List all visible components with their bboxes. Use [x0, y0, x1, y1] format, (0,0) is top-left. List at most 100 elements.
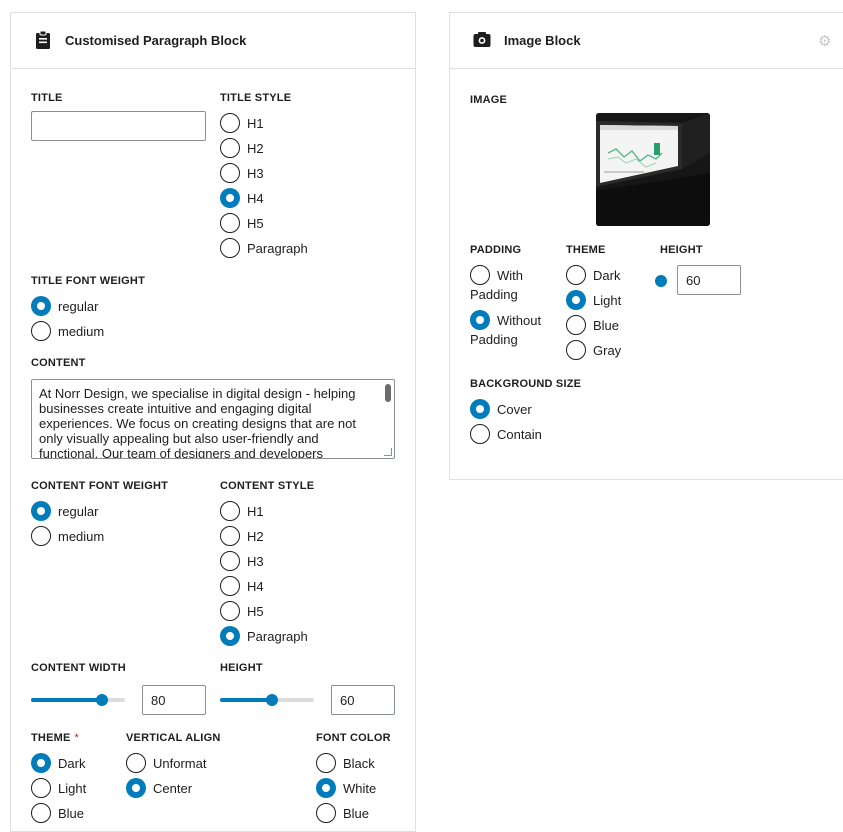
padding-label: PADDING	[470, 244, 522, 256]
radio-label: Unformat	[153, 755, 207, 771]
radio-label: H1	[247, 115, 264, 131]
radio-button[interactable]	[220, 526, 240, 546]
content-width-slider[interactable]	[31, 694, 125, 706]
font-color-option[interactable]: White	[316, 778, 376, 798]
content-textarea[interactable]: At Norr Design, we specialise in digital…	[31, 379, 395, 459]
radio-button[interactable]	[220, 626, 240, 646]
radio-sublabel: Padding	[470, 287, 518, 302]
radio-button[interactable]	[470, 399, 490, 419]
radio-button[interactable]	[566, 315, 586, 335]
padding-option[interactable]: Without	[470, 310, 541, 330]
radio-button[interactable]	[31, 753, 51, 773]
image-theme-label: THEME	[566, 244, 606, 256]
image-label: IMAGE	[470, 94, 508, 106]
title-style-option[interactable]: H3	[220, 163, 264, 183]
image-theme-option[interactable]: Dark	[566, 265, 620, 285]
title-style-option[interactable]: H5	[220, 213, 264, 233]
content-style-option[interactable]: Paragraph	[220, 626, 308, 646]
vertical-align-option[interactable]: Center	[126, 778, 192, 798]
content-style-option[interactable]: H3	[220, 551, 264, 571]
theme-option[interactable]: Light	[31, 778, 86, 798]
radio-label: Gray	[593, 342, 622, 358]
vertical-align-option[interactable]: Unformat	[126, 753, 206, 773]
radio-button[interactable]	[126, 778, 146, 798]
content-style-option[interactable]: H4	[220, 576, 264, 596]
radio-label: Paragraph	[247, 240, 308, 256]
radio-label: White	[343, 780, 377, 796]
radio-button[interactable]	[31, 321, 51, 341]
radio-button[interactable]	[470, 265, 490, 285]
radio-label: H5	[247, 215, 264, 231]
textarea-resize-handle[interactable]	[384, 448, 392, 456]
content-style-option[interactable]: H2	[220, 526, 264, 546]
radio-button[interactable]	[31, 501, 51, 521]
radio-button[interactable]	[126, 753, 146, 773]
content-style-label: CONTENT STYLE	[220, 480, 315, 492]
gear-icon[interactable]: ⚙	[818, 32, 831, 50]
radio-label: medium	[58, 323, 105, 339]
title-font-weight-option[interactable]: regular	[31, 296, 98, 316]
radio-button[interactable]	[220, 138, 240, 158]
radio-button[interactable]	[31, 778, 51, 798]
radio-button[interactable]	[566, 290, 586, 310]
radio-sublabel: Padding	[470, 332, 518, 347]
radio-button[interactable]	[566, 265, 586, 285]
font-color-option[interactable]: Blue	[316, 803, 369, 823]
title-input[interactable]	[31, 111, 206, 141]
height-slider[interactable]	[220, 694, 314, 706]
radio-button[interactable]	[470, 424, 490, 444]
radio-button[interactable]	[220, 601, 240, 621]
background-size-option[interactable]: Contain	[470, 424, 542, 444]
image-theme-option[interactable]: Light	[566, 290, 621, 310]
radio-button[interactable]	[566, 340, 586, 360]
radio-button[interactable]	[220, 188, 240, 208]
background-size-option[interactable]: Cover	[470, 399, 532, 419]
radio-button[interactable]	[31, 296, 51, 316]
theme-option[interactable]: Blue	[31, 803, 84, 823]
radio-button[interactable]	[316, 753, 336, 773]
title-font-weight-label: TITLE FONT WEIGHT	[31, 275, 145, 287]
title-style-option[interactable]: Paragraph	[220, 238, 308, 258]
radio-button[interactable]	[31, 803, 51, 823]
height-slider-thumb[interactable]	[266, 694, 278, 706]
title-style-option[interactable]: H1	[220, 113, 264, 133]
radio-label: H5	[247, 603, 264, 619]
textarea-scrollbar[interactable]	[385, 384, 391, 402]
theme-option[interactable]: Dark	[31, 753, 85, 773]
title-style-option[interactable]: H4	[220, 188, 264, 208]
image-height-input[interactable]: 60	[677, 265, 741, 295]
content-style-option[interactable]: H1	[220, 501, 264, 521]
title-style-label: TITLE STYLE	[220, 92, 292, 104]
radio-label: Paragraph	[247, 628, 308, 644]
padding-option[interactable]: With	[470, 265, 523, 285]
content-width-slider-thumb[interactable]	[96, 694, 108, 706]
radio-button[interactable]	[220, 576, 240, 596]
content-font-weight-option[interactable]: medium	[31, 526, 104, 546]
content-font-weight-option[interactable]: regular	[31, 501, 98, 521]
radio-button[interactable]	[220, 551, 240, 571]
image-theme-option[interactable]: Blue	[566, 315, 619, 335]
radio-label: Cover	[497, 401, 532, 417]
radio-button[interactable]	[31, 526, 51, 546]
radio-button[interactable]	[220, 238, 240, 258]
radio-label: Dark	[58, 755, 86, 771]
title-font-weight-option[interactable]: medium	[31, 321, 104, 341]
radio-button[interactable]	[316, 803, 336, 823]
font-color-option[interactable]: Black	[316, 753, 375, 773]
image-thumbnail[interactable]	[596, 113, 710, 226]
radio-button[interactable]	[316, 778, 336, 798]
image-theme-option[interactable]: Gray	[566, 340, 621, 360]
radio-button[interactable]	[220, 213, 240, 233]
radio-button[interactable]	[470, 310, 490, 330]
radio-button[interactable]	[220, 501, 240, 521]
background-size-label: BACKGROUND SIZE	[470, 378, 582, 390]
radio-label: H2	[247, 528, 264, 544]
radio-label: H4	[247, 190, 264, 206]
height-input[interactable]: 60	[331, 685, 395, 715]
content-style-option[interactable]: H5	[220, 601, 264, 621]
content-width-input[interactable]: 80	[142, 685, 206, 715]
radio-button[interactable]	[220, 163, 240, 183]
height-slider-thumb[interactable]	[655, 275, 667, 287]
title-style-option[interactable]: H2	[220, 138, 264, 158]
radio-button[interactable]	[220, 113, 240, 133]
